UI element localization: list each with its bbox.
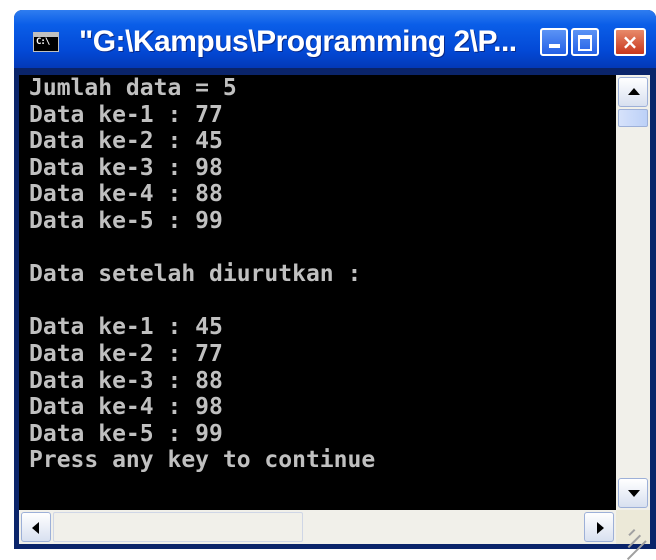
- console-output[interactable]: Jumlah data = 5 Data ke-1 : 77 Data ke-2…: [19, 75, 616, 510]
- console-line: Data ke-1 : 45: [29, 314, 223, 341]
- close-button[interactable]: ×: [614, 28, 646, 56]
- horizontal-scrollbar[interactable]: [19, 510, 616, 544]
- title-bar[interactable]: C:\ "G:\Kampus\Programming 2\P... ×: [14, 10, 656, 68]
- console-line: Data setelah diurutkan :: [29, 261, 362, 288]
- scroll-up-button[interactable]: [618, 77, 648, 107]
- console-window: C:\ "G:\Kampus\Programming 2\P... × Juml…: [14, 10, 656, 560]
- minimize-button[interactable]: [540, 28, 568, 56]
- arrow-left-icon: [32, 522, 39, 534]
- close-icon: ×: [621, 30, 639, 54]
- console-line: Data ke-2 : 45: [29, 128, 223, 155]
- arrow-up-icon: [628, 88, 640, 95]
- scroll-down-button[interactable]: [618, 478, 648, 508]
- console-line: Data ke-1 : 77: [29, 101, 223, 128]
- scroll-left-button[interactable]: [21, 512, 51, 542]
- console-icon[interactable]: C:\: [33, 32, 59, 52]
- console-line: Data ke-5 : 99: [29, 207, 223, 234]
- vertical-scrollbar[interactable]: [616, 75, 650, 510]
- console-line: Jumlah data = 5: [29, 75, 237, 101]
- vertical-scroll-thumb[interactable]: [618, 109, 648, 127]
- arrow-down-icon: [628, 490, 640, 497]
- console-line: Data ke-3 : 88: [29, 367, 223, 394]
- console-line: Press any key to continue: [29, 447, 376, 474]
- console-line: Data ke-2 : 77: [29, 340, 223, 367]
- window-title: "G:\Kampus\Programming 2\P...: [79, 25, 517, 58]
- scroll-right-button[interactable]: [584, 512, 614, 542]
- resize-grip-icon[interactable]: [616, 510, 650, 560]
- console-line: Data ke-3 : 98: [29, 154, 223, 181]
- console-line: Data ke-4 : 88: [29, 181, 223, 208]
- maximize-button[interactable]: [571, 28, 599, 56]
- console-icon-label: C:\: [36, 37, 50, 47]
- arrow-right-icon: [597, 522, 604, 534]
- grip-line: [628, 528, 636, 537]
- console-line: Data ke-5 : 99: [29, 420, 223, 447]
- console-line: Data ke-4 : 98: [29, 394, 223, 421]
- horizontal-scroll-thumb[interactable]: [53, 512, 303, 542]
